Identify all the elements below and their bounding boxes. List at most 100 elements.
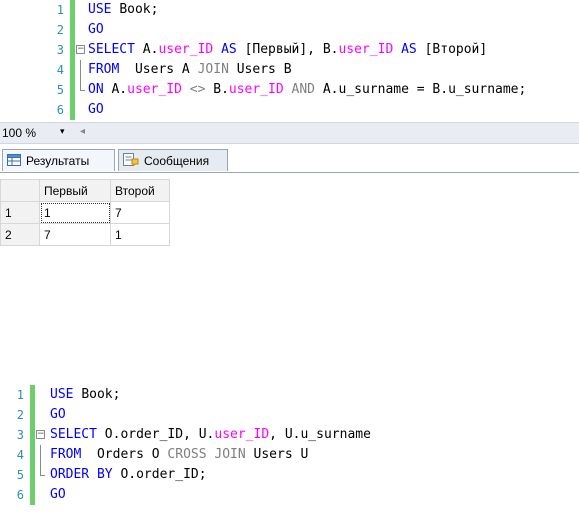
code-token: USE	[50, 387, 82, 402]
code-token: B.	[213, 82, 229, 97]
table-row[interactable]: 2 7 1	[0, 223, 170, 246]
fold-guide-end	[40, 475, 45, 476]
code-line[interactable]: 4 FROM Users A JOIN Users B	[0, 60, 579, 80]
sql-editor-top[interactable]: 1 USE Book; 2 GO 3− SELECT A.user_ID AS [Перв…	[0, 0, 579, 120]
code-token: GO	[88, 22, 104, 37]
cell-first[interactable]: 7	[39, 223, 111, 246]
change-marker	[30, 485, 35, 505]
row-header-corner	[0, 179, 40, 202]
code-token: GO	[88, 102, 104, 117]
code-line[interactable]: 5 ORDER BY O.order_ID;	[0, 465, 579, 485]
line-number: 1	[56, 3, 64, 17]
line-number: 2	[56, 23, 64, 37]
zoom-level[interactable]: 100 %	[2, 126, 36, 140]
code-token: user_ID	[338, 42, 394, 57]
results-tabs: Результаты Сообщения	[0, 147, 579, 173]
code-token: ON	[88, 82, 112, 97]
code-token: Users B	[228, 62, 292, 77]
code-line[interactable]: 6 GO	[0, 485, 579, 505]
sql-editor-bottom[interactable]: 1 USE Book; 2 GO 3 − SELECT O.order_ID, U.user…	[0, 385, 579, 516]
code-line[interactable]: 1 USE Book;	[0, 0, 579, 20]
code-token: user_ID	[228, 82, 284, 97]
code-token: user_ID	[214, 427, 270, 442]
fold-guide	[80, 60, 81, 80]
code-token: user_ID	[127, 82, 182, 97]
grid-icon	[7, 151, 21, 173]
code-token: <>	[181, 82, 214, 97]
scroll-left-icon[interactable]: ◂	[80, 126, 85, 137]
code-token: SELECT	[50, 427, 105, 442]
change-marker	[30, 465, 35, 485]
table-row[interactable]: 1 1 7	[0, 201, 170, 224]
collapse-icon[interactable]: −	[76, 45, 85, 54]
code-token: [Второй]	[424, 42, 488, 57]
code-token: AS	[213, 42, 245, 57]
change-marker	[30, 445, 35, 465]
code-line[interactable]: 3 − SELECT O.order_ID, U.user_ID, U.u_surn…	[0, 425, 579, 445]
code-token: FROM	[50, 447, 90, 462]
code-token: AS	[393, 42, 425, 57]
change-marker	[70, 80, 75, 100]
code-line[interactable]: 4 FROM Orders O CROSS JOIN Users U	[0, 445, 579, 465]
cell-second[interactable]: 7	[110, 201, 170, 224]
code-token: A.u_surname = B.u_surname;	[322, 82, 527, 97]
fold-guide	[80, 80, 81, 90]
change-marker	[70, 20, 75, 40]
code-token: O.order_ID, U.	[104, 427, 215, 442]
change-marker	[30, 425, 35, 445]
code-token: A.	[111, 82, 128, 97]
change-marker	[70, 60, 75, 80]
change-marker	[70, 0, 75, 20]
collapse-icon[interactable]: −	[36, 430, 45, 439]
code-token: , U.u_surname	[269, 427, 371, 442]
change-marker	[30, 405, 35, 425]
code-line[interactable]: 2 GO	[0, 405, 579, 425]
tab-messages[interactable]: Сообщения	[118, 149, 228, 171]
line-number: 6	[16, 488, 24, 502]
cell-second[interactable]: 1	[110, 223, 170, 246]
code-token: Book;	[119, 2, 159, 17]
column-header-first[interactable]: Первый	[39, 179, 111, 202]
code-token: A.	[142, 42, 159, 57]
column-header-second[interactable]: Второй	[110, 179, 170, 202]
row-number[interactable]: 1	[0, 201, 40, 224]
code-token: ORDER BY	[50, 467, 121, 482]
change-marker	[70, 40, 75, 60]
code-token: CROSS JOIN	[167, 447, 246, 462]
change-marker	[30, 385, 35, 405]
code-line[interactable]: 6 GO	[0, 100, 579, 120]
row-number[interactable]: 2	[0, 223, 40, 246]
zoom-dropdown-icon[interactable]: ▾	[60, 126, 65, 137]
line-number: 6	[56, 103, 64, 117]
line-number: 2	[16, 408, 24, 422]
code-line[interactable]: 5 ON A.user_ID <> B.user_ID AND A.u_surna…	[0, 80, 579, 100]
code-token: O.order_ID;	[120, 467, 207, 482]
code-token: Orders O	[89, 447, 168, 462]
code-token: GO	[50, 407, 66, 422]
code-token: user_ID	[158, 42, 214, 57]
messages-icon	[123, 151, 139, 173]
line-number: 3	[16, 428, 24, 442]
editor-status-bar: 100 % ▾ ◂	[0, 122, 579, 144]
fold-guide	[40, 465, 41, 475]
line-number: 5	[56, 83, 64, 97]
code-token: Book;	[81, 387, 121, 402]
line-number: 1	[16, 388, 24, 402]
code-line[interactable]: 1 USE Book;	[0, 385, 579, 405]
tab-results[interactable]: Результаты	[2, 149, 115, 171]
code-token: AND	[283, 82, 323, 97]
cell-first[interactable]: 1	[39, 201, 111, 224]
line-number: 3	[56, 43, 64, 57]
code-token: SELECT	[88, 42, 143, 57]
code-line[interactable]: 2 GO	[0, 20, 579, 40]
line-number: 5	[16, 468, 24, 482]
code-line[interactable]: 3− SELECT A.user_ID AS [Первый], B.user_I…	[0, 40, 579, 60]
results-grid[interactable]: Первый Второй 1 1 7 2 7 1	[0, 179, 170, 246]
code-token: Users U	[245, 447, 309, 462]
fold-guide	[40, 445, 41, 465]
grid-header-row: Первый Второй	[0, 179, 170, 202]
line-number: 4	[16, 448, 24, 462]
tab-results-label: Результаты	[26, 154, 90, 168]
tab-messages-label: Сообщения	[144, 154, 210, 168]
code-token: FROM	[88, 62, 128, 77]
